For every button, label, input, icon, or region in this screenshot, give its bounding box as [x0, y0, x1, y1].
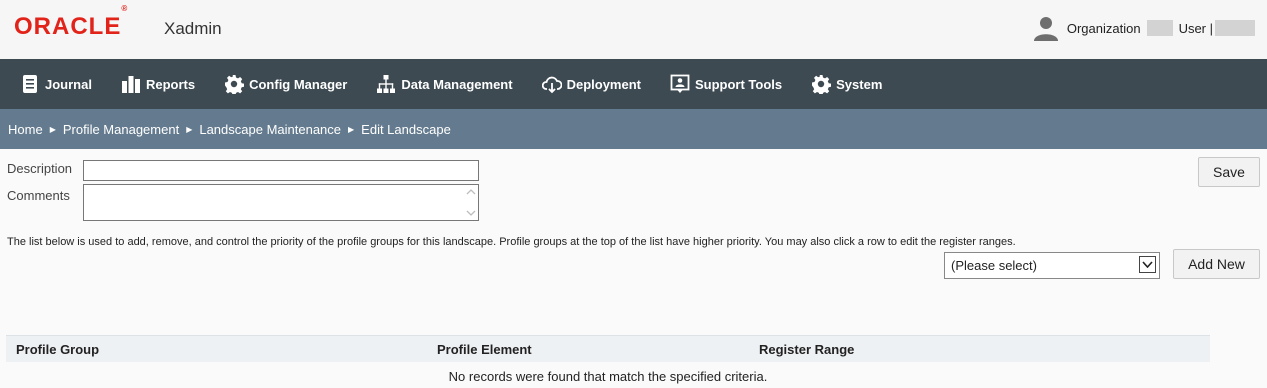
instructions-text: The list below is used to add, remove, a… [7, 236, 1016, 248]
oracle-logo[interactable]: ORACLE® [14, 4, 127, 41]
journal-icon [23, 75, 37, 93]
chevron-down-icon[interactable] [1139, 256, 1156, 273]
comments-scrollbar[interactable] [463, 185, 478, 220]
empty-table-message: No records were found that match the spe… [448, 369, 768, 384]
breadcrumb-current: Edit Landscape [361, 121, 451, 137]
chevron-right-icon: ▶ [49, 124, 56, 134]
chevron-right-icon: ▶ [186, 124, 193, 134]
breadcrumb: Home ▶ Profile Management ▶ Landscape Ma… [0, 109, 1267, 149]
add-new-button[interactable]: Add New [1173, 249, 1260, 279]
main-nav: Journal Reports Config Manager Data Mana… [0, 59, 1267, 109]
nav-system[interactable]: System [811, 74, 882, 94]
app-name: Xadmin [164, 19, 222, 38]
nav-reports[interactable]: Reports [121, 74, 195, 94]
breadcrumb-landscape-maintenance[interactable]: Landscape Maintenance [199, 122, 341, 137]
user-label: User | [1178, 20, 1213, 36]
user-area: Organization User | [1033, 15, 1255, 41]
organization-redacted [1146, 20, 1173, 36]
bar-chart-icon [121, 76, 140, 93]
breadcrumb-profile-management[interactable]: Profile Management [63, 122, 179, 137]
column-header-profile-group[interactable]: Profile Group [16, 342, 99, 357]
gear-icon [225, 75, 245, 94]
comments-label: Comments [7, 188, 70, 203]
profile-group-select-value: (Please select) [951, 258, 1037, 273]
breadcrumb-home[interactable]: Home [8, 122, 43, 137]
scroll-down-icon[interactable] [466, 210, 476, 217]
scroll-up-icon[interactable] [466, 188, 476, 195]
nav-data-management[interactable]: Data Management [376, 74, 513, 94]
profile-group-select[interactable]: (Please select) [944, 252, 1160, 279]
description-label: Description [7, 161, 73, 176]
chevron-right-icon: ▶ [348, 124, 355, 134]
column-header-register-range[interactable]: Register Range [759, 342, 854, 357]
table-header: Profile Group Profile Element Register R… [6, 335, 1210, 362]
gear-icon [812, 75, 832, 94]
organization-label: Organization [1066, 20, 1141, 36]
save-button[interactable]: Save [1198, 157, 1260, 187]
app-header: ORACLE® Xadmin Organization User | [0, 0, 1267, 59]
column-header-profile-element[interactable]: Profile Element [437, 342, 532, 357]
nav-support-tools[interactable]: Support Tools [670, 74, 782, 94]
comments-field[interactable] [83, 184, 479, 221]
nav-journal[interactable]: Journal [20, 74, 92, 94]
user-icon[interactable] [1033, 15, 1059, 41]
user-redacted [1215, 20, 1255, 36]
nav-deployment[interactable]: Deployment [541, 74, 641, 94]
nav-config-manager[interactable]: Config Manager [224, 74, 347, 94]
description-field[interactable] [83, 160, 479, 181]
cloud-download-icon [541, 76, 562, 94]
hierarchy-icon [377, 75, 396, 93]
support-icon [670, 74, 690, 93]
